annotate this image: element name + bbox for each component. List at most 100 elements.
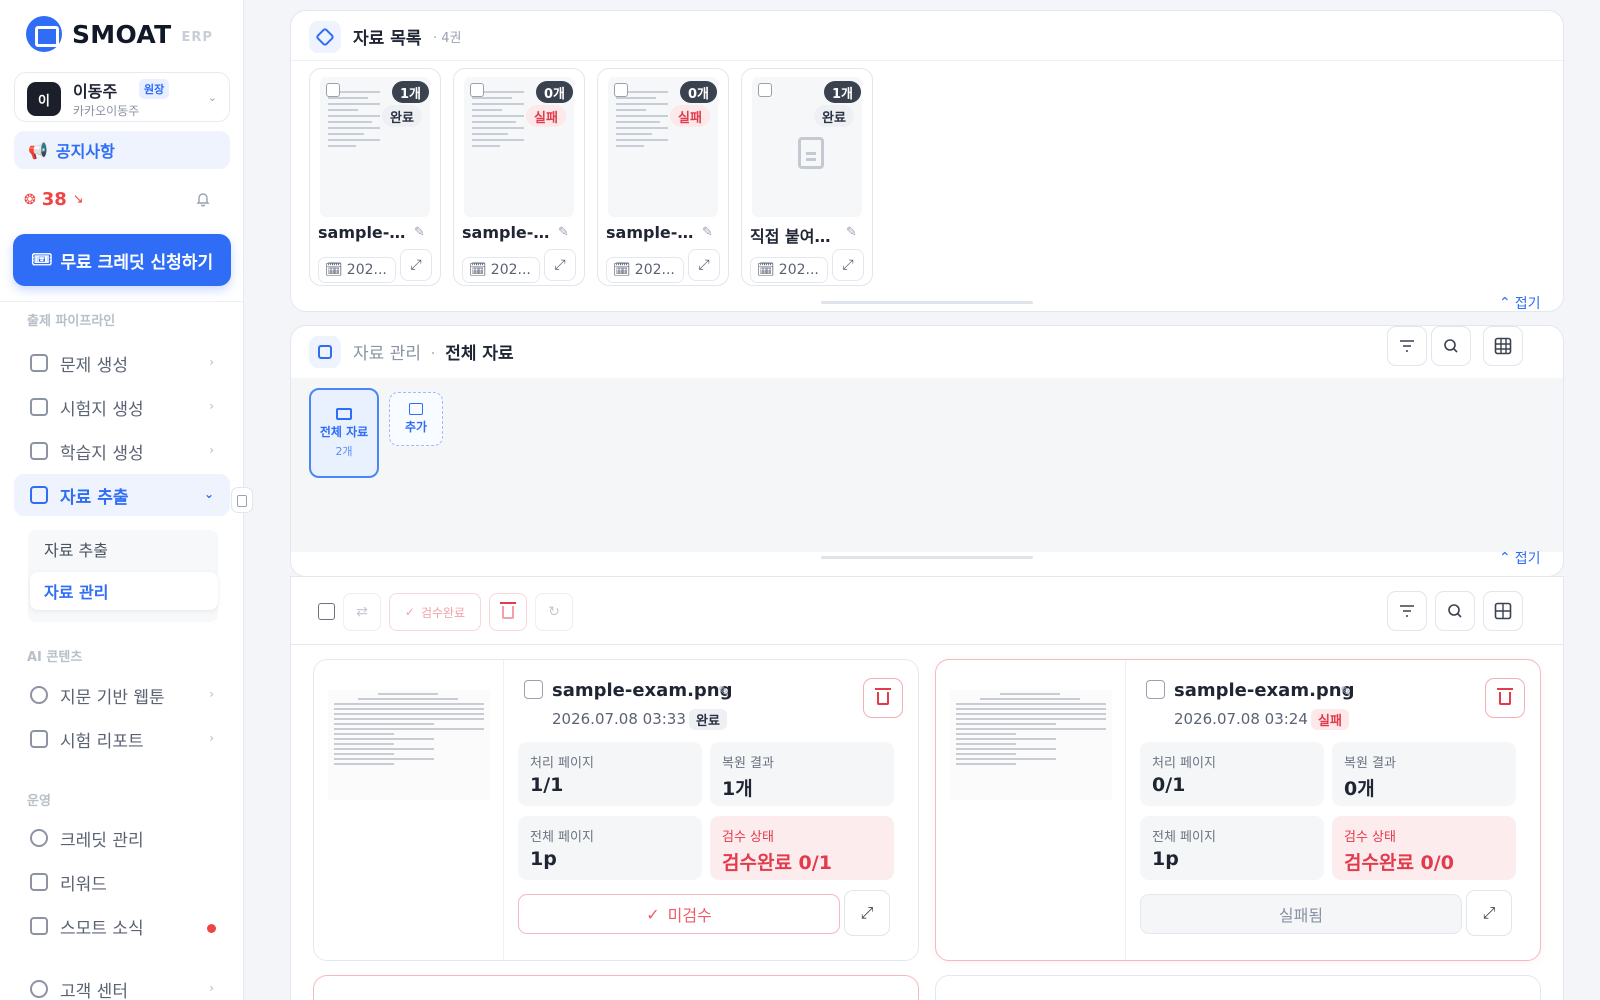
- folder-area: [291, 378, 1563, 552]
- unreviewed-label: 미검수: [667, 906, 712, 925]
- chevron-down-icon: ⌄: [207, 91, 217, 104]
- edit-icon[interactable]: ✎: [414, 225, 425, 240]
- coin-icon: [30, 829, 48, 847]
- mark-reviewed-button[interactable]: ✓ 검수완료: [389, 593, 481, 631]
- edit-icon[interactable]: ✎: [846, 225, 857, 240]
- sidebar-item-label: 리워드: [60, 874, 107, 895]
- card-checkbox[interactable]: [758, 83, 772, 97]
- delete-button[interactable]: [863, 678, 903, 718]
- edit-icon[interactable]: ✎: [558, 225, 569, 240]
- select-all-checkbox[interactable]: [318, 603, 335, 620]
- failed-button[interactable]: 실패됨: [1140, 894, 1462, 934]
- result-checkbox[interactable]: [1146, 680, 1165, 699]
- edit-icon[interactable]: ✎: [702, 225, 713, 240]
- user-switcher[interactable]: 이 이동주 원장 카카오이동주 ⌄: [14, 72, 230, 122]
- sidebar-item-label: 학습지 생성: [60, 443, 144, 464]
- breadcrumb: 자료 관리 · 전체 자료: [353, 339, 514, 364]
- document-date: 🗓 202...: [462, 257, 540, 283]
- folder-all-materials[interactable]: 전체 자료 2개: [309, 388, 379, 478]
- sidebar-subitem-management[interactable]: 자료 관리: [30, 572, 218, 610]
- sidebar-item-credits[interactable]: 크레딧 관리: [14, 817, 230, 859]
- worksheet-icon: [30, 442, 48, 460]
- add-folder-button[interactable]: 추가: [389, 392, 443, 446]
- sidebar-item-webtoon[interactable]: 지문 기반 웹툰 ›: [14, 674, 230, 716]
- sidebar-item-label: 지문 기반 웹툰: [60, 687, 165, 708]
- palette-icon: [30, 686, 48, 704]
- delete-button[interactable]: [1485, 678, 1525, 718]
- sidebar-divider: [0, 301, 243, 302]
- result-preview: [936, 660, 1126, 960]
- expand-button[interactable]: ⤢: [400, 249, 432, 281]
- grid-view-button[interactable]: [1483, 326, 1523, 366]
- unreviewed-button[interactable]: ✓ 미검수: [518, 894, 840, 934]
- sidebar-item-label: 시험지 생성: [60, 399, 144, 420]
- credit-indicator[interactable]: ❂ 38 ↘: [24, 189, 84, 210]
- gift-icon: [30, 873, 48, 891]
- edit-icon[interactable]: ✎: [718, 684, 730, 700]
- document-date: 🗓 202...: [750, 257, 828, 283]
- stat-restore-result: 복원 결과 1개: [710, 742, 894, 806]
- result-file-name: sample-exam.png: [1174, 680, 1355, 701]
- document-name: sample-e...: [318, 223, 412, 242]
- notice-button[interactable]: 📢 공지사항: [14, 131, 230, 169]
- expand-button[interactable]: ⤢: [544, 249, 576, 281]
- document-card[interactable]: 0개 실패 sample-e... ✎ 🗓 202... ⤢: [597, 68, 729, 286]
- user-name: 이동주: [73, 82, 118, 101]
- brand-logo[interactable]: SMOAT ERP: [26, 16, 213, 52]
- expand-button[interactable]: ⤢: [1466, 890, 1512, 936]
- sidebar-item-report[interactable]: 시험 리포트 ›: [14, 718, 230, 760]
- expand-button[interactable]: ⤢: [844, 890, 890, 936]
- horizontal-scrollbar[interactable]: [821, 556, 1033, 559]
- document-card[interactable]: 1개 완료 sample-e... ✎ 🗓 202... ⤢: [309, 68, 441, 286]
- credit-value: 38: [41, 189, 67, 210]
- sidebar-item-exam-gen[interactable]: 시험지 생성 ›: [14, 386, 230, 428]
- sidebar-collapse-button[interactable]: [231, 487, 253, 513]
- horizontal-scrollbar[interactable]: [821, 301, 1033, 304]
- bell-icon[interactable]: [195, 191, 211, 207]
- filter-button[interactable]: [1387, 591, 1427, 631]
- fold-button[interactable]: ⌃ 접기: [1499, 293, 1541, 313]
- card-checkbox[interactable]: [614, 83, 628, 97]
- result-checkbox[interactable]: [524, 680, 543, 699]
- chevron-right-icon: ›: [209, 731, 214, 745]
- exam-doc-icon: [30, 398, 48, 416]
- fold-button[interactable]: ⌃ 접기: [1499, 548, 1541, 568]
- stat-processed-pages: 처리 페이지 0/1: [1140, 742, 1324, 806]
- megaphone-icon: [30, 917, 48, 935]
- stat-value: 1개: [722, 778, 753, 800]
- card-checkbox[interactable]: [326, 83, 340, 97]
- refresh-button[interactable]: ↻: [535, 593, 573, 631]
- document-card[interactable]: 1개 완료 직접 붙여넣... ✎ 🗓 202... ⤢: [741, 68, 873, 286]
- edit-icon[interactable]: ✎: [1340, 684, 1352, 700]
- stat-restore-result: 복원 결과 0개: [1332, 742, 1516, 806]
- delete-selected-button[interactable]: [489, 593, 527, 631]
- free-credit-button[interactable]: 🎟 무료 크레딧 신청하기: [13, 234, 231, 286]
- chevron-right-icon: ›: [209, 981, 214, 995]
- unread-dot: [207, 924, 216, 933]
- search-button[interactable]: [1435, 591, 1475, 631]
- search-button[interactable]: [1431, 326, 1471, 366]
- sidebar-item-extraction[interactable]: 자료 추출 ⌄: [14, 474, 230, 516]
- expand-button[interactable]: ⤢: [832, 249, 864, 281]
- result-count-badge: 1개: [392, 81, 430, 103]
- result-card[interactable]: sample-exam.png ✎ 2026.07.08 03:33 완료 처리…: [313, 659, 919, 961]
- breadcrumb-parent[interactable]: 자료 관리: [353, 344, 421, 364]
- sidebar-item-rewards[interactable]: 리워드: [14, 861, 230, 903]
- result-card[interactable]: sample-exam.png ✎ 2026.07.08 03:24 실패 처리…: [935, 659, 1541, 961]
- result-date: 2026.07.08 03:33: [552, 710, 686, 728]
- result-card[interactable]: [935, 975, 1541, 1000]
- grid-view-button[interactable]: [1483, 591, 1523, 631]
- card-checkbox[interactable]: [470, 83, 484, 97]
- sidebar-item-news[interactable]: 스모트 소식: [14, 905, 230, 947]
- expand-button[interactable]: ⤢: [688, 249, 720, 281]
- chevron-up-icon: ⌃: [1499, 295, 1511, 311]
- document-card[interactable]: 0개 실패 sample-e... ✎ 🗓 202... ⤢: [453, 68, 585, 286]
- filter-button[interactable]: [1387, 326, 1427, 366]
- sidebar-item-support[interactable]: 고객 센터 ›: [14, 968, 230, 1000]
- sidebar-item-worksheet-gen[interactable]: 학습지 생성 ›: [14, 430, 230, 472]
- result-card[interactable]: [313, 975, 919, 1000]
- sidebar-subitem-extraction[interactable]: 자료 추출: [30, 530, 218, 568]
- stat-value: 1p: [530, 848, 557, 870]
- move-button[interactable]: ⇄: [343, 593, 381, 631]
- sidebar-item-question-gen[interactable]: 문제 생성 ›: [14, 342, 230, 384]
